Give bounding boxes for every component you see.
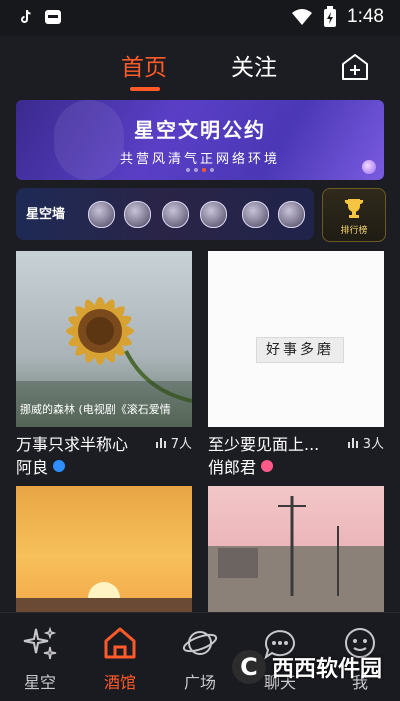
listener-count-value: 3人	[362, 437, 384, 452]
nav-label: 广场	[183, 673, 216, 692]
gender-female-icon	[261, 460, 274, 472]
tiktok-icon	[21, 9, 31, 23]
listener-count: 3人	[347, 433, 384, 452]
active-tab-indicator	[130, 87, 160, 91]
planet-icon	[362, 160, 376, 174]
watermark: C 西西软件园	[231, 650, 382, 684]
nav-item-tavern[interactable]: 酒馆	[80, 613, 160, 701]
avatar[interactable]	[88, 201, 115, 228]
card-text-tag: 好事多磨	[256, 337, 344, 363]
clock: 1:48	[347, 6, 384, 27]
star-wall-label: 星空墙	[26, 207, 66, 222]
ranking-label: 排行榜	[340, 226, 368, 236]
sparkle-icon	[23, 626, 57, 660]
ranking-button[interactable]: 排行榜	[322, 188, 386, 242]
nav-label: 星空	[23, 673, 56, 692]
listener-count: 7人	[155, 433, 192, 452]
tab-follow[interactable]: 关注	[231, 48, 277, 82]
carousel-dot	[186, 168, 190, 172]
notification-app-icon	[45, 10, 61, 24]
home-icon	[104, 627, 136, 659]
avatar[interactable]	[200, 201, 227, 228]
card-author[interactable]: 阿良	[16, 455, 192, 477]
song-caption: 挪威的森林 (电视剧《滚石爱情	[20, 403, 171, 416]
author-name: 阿良	[16, 458, 49, 477]
card-image[interactable]: 好事多磨	[208, 251, 384, 427]
avatar[interactable]	[278, 201, 305, 228]
promo-banner[interactable]: 星空文明公约 共营风清气正网络环境	[16, 100, 384, 180]
feed-card[interactable]: 挪威的森林 (电视剧《滚石爱情 万事只求半称心 7人 阿良	[16, 251, 192, 477]
card-author[interactable]: 俏郎君	[208, 455, 384, 477]
feed-card[interactable]: 好事多磨 至少要见面上... 3人 俏郎君	[208, 251, 384, 477]
carousel-dot	[194, 168, 198, 172]
watermark-text: 西西软件园	[271, 657, 382, 682]
audio-bars-icon	[347, 437, 358, 448]
card-image[interactable]: 挪威的森林 (电视剧《滚石爱情	[16, 251, 192, 427]
card-title: 至少要见面上...	[208, 435, 320, 454]
nav-item-square[interactable]: 广场	[160, 613, 240, 701]
star-wall[interactable]: 星空墙	[16, 188, 314, 240]
carousel-dots	[16, 168, 384, 172]
street-image	[208, 496, 384, 612]
planet-icon	[182, 631, 218, 655]
avatar[interactable]	[242, 201, 269, 228]
status-bar: 1:48	[0, 0, 400, 36]
avatar[interactable]	[124, 201, 151, 228]
watermark-logo: C	[231, 650, 266, 684]
audio-bars-icon	[155, 437, 166, 448]
avatar[interactable]	[162, 201, 189, 228]
author-name: 俏郎君	[208, 458, 257, 477]
battery-icon	[324, 6, 337, 27]
card-title: 万事只求半称心	[16, 435, 129, 454]
gender-male-icon	[53, 460, 66, 472]
wifi-icon	[292, 9, 313, 25]
banner-subtitle: 共营风清气正网络环境	[119, 152, 280, 167]
banner-title: 星空文明公约	[134, 118, 266, 142]
carousel-dot	[210, 168, 214, 172]
nav-item-starry[interactable]: 星空	[0, 613, 80, 701]
top-nav: 首页 关注	[0, 36, 400, 94]
add-post-icon[interactable]	[340, 52, 370, 82]
carousel-dot-active	[202, 168, 206, 172]
nav-label-active: 酒馆	[103, 673, 136, 692]
trophy-icon	[344, 199, 364, 218]
tab-home[interactable]: 首页	[121, 48, 167, 82]
listener-count-value: 7人	[170, 437, 192, 452]
sunset-image	[16, 582, 192, 614]
